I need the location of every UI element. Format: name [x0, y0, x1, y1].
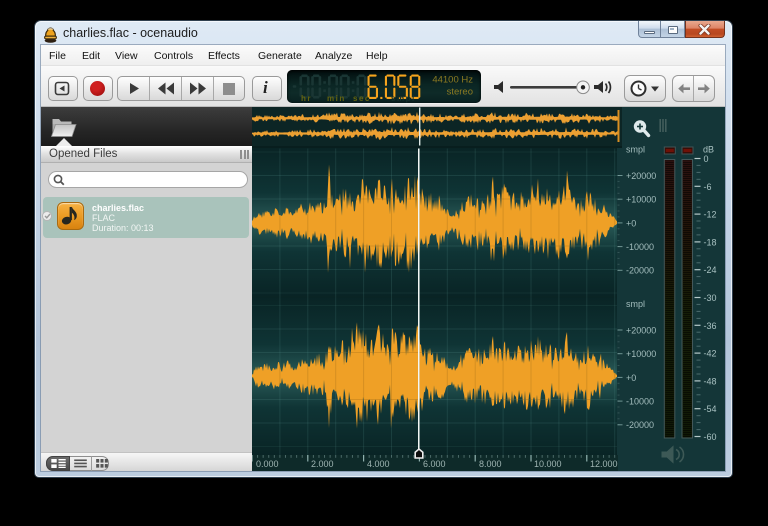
svg-text:10.000: 10.000	[534, 459, 562, 469]
svg-text:-20000: -20000	[626, 266, 654, 276]
svg-text:6.000: 6.000	[423, 459, 446, 469]
svg-text:2.000: 2.000	[311, 459, 334, 469]
svg-text:-10000: -10000	[626, 242, 654, 252]
svg-text:min: min	[327, 94, 346, 103]
svg-text:smpl: smpl	[626, 299, 645, 309]
svg-text:+20000: +20000	[626, 325, 656, 335]
svg-text:sec: sec	[353, 94, 371, 103]
svg-text:-60: -60	[704, 432, 717, 442]
svg-text:hr: hr	[301, 94, 312, 103]
svg-text:4.000: 4.000	[367, 459, 390, 469]
svg-text:-30: -30	[704, 293, 717, 303]
svg-text:-10000: -10000	[626, 397, 654, 407]
svg-text:-18: -18	[704, 237, 717, 247]
svg-text:-20000: -20000	[626, 420, 654, 430]
svg-text:stereo: stereo	[447, 87, 473, 98]
svg-text:smpl: smpl	[626, 145, 645, 155]
svg-text:-36: -36	[704, 321, 717, 331]
svg-text:+0: +0	[626, 373, 636, 383]
svg-text:-48: -48	[704, 376, 717, 386]
svg-text:-54: -54	[704, 404, 717, 414]
svg-text:0.000: 0.000	[256, 459, 279, 469]
svg-text:8.000: 8.000	[479, 459, 502, 469]
svg-text:-12: -12	[704, 210, 717, 220]
svg-text:+0: +0	[626, 218, 636, 228]
svg-text:0: 0	[704, 154, 709, 164]
svg-text:-6: -6	[704, 182, 712, 192]
svg-text:+10000: +10000	[626, 349, 656, 359]
svg-text:44100 Hz: 44100 Hz	[432, 75, 473, 86]
svg-text:smpl: smpl	[391, 94, 416, 103]
svg-text:dB: dB	[703, 145, 714, 155]
svg-text:-24: -24	[704, 265, 717, 275]
svg-text:+20000: +20000	[626, 171, 656, 181]
svg-text:-42: -42	[704, 349, 717, 359]
svg-text:+10000: +10000	[626, 195, 656, 205]
svg-text:12.000: 12.000	[590, 459, 618, 469]
